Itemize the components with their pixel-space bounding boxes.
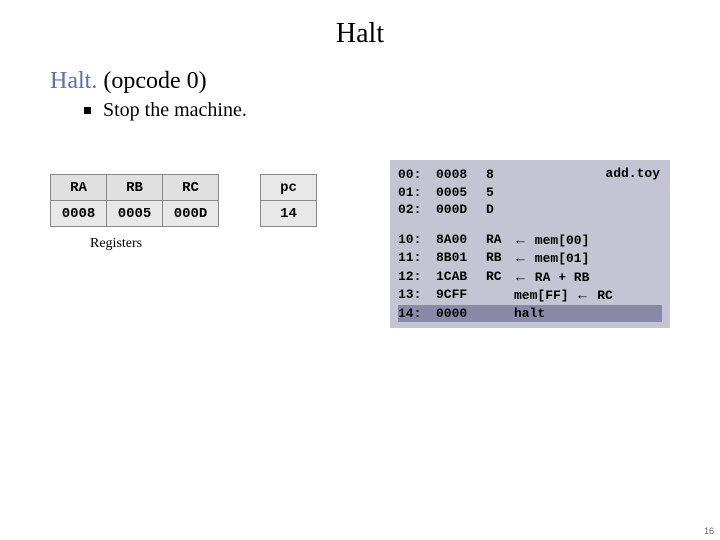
code-line: 10:8A00RA← mem[00] (398, 231, 662, 250)
reg-header-rb: RB (107, 175, 163, 201)
subtitle-highlight: Halt. (50, 68, 97, 94)
left-arrow-icon: ← (513, 268, 527, 286)
reg-value-rb: 0005 (107, 201, 163, 227)
code-line: 02:000DD (398, 201, 662, 219)
reg-value-rc: 000D (163, 201, 219, 227)
code-line: 14:0000halt (398, 305, 662, 323)
code-line: 01:00055 (398, 184, 662, 202)
pc-table: pc 14 (260, 174, 317, 227)
subtitle-rest: (opcode 0) (97, 68, 206, 94)
left-arrow-icon: ← (513, 249, 527, 267)
code-line: 13:9CFFmem[FF] ← RC (398, 286, 662, 305)
registers-table: RA RB RC 0008 0005 000D (50, 174, 219, 227)
code-line: 11:8B01RB← mem[01] (398, 249, 662, 268)
bullet-line: Stop the machine. (0, 95, 720, 122)
subtitle: Halt. (opcode 0) (0, 50, 720, 95)
pc-value: 14 (261, 201, 317, 227)
left-arrow-icon: ← (576, 286, 590, 304)
reg-header-ra: RA (51, 175, 107, 201)
left-arrow-icon: ← (513, 231, 527, 249)
bullet-icon (84, 107, 91, 114)
pc-header: pc (261, 175, 317, 201)
reg-value-ra: 0008 (51, 201, 107, 227)
reg-header-rc: RC (163, 175, 219, 201)
registers-caption: Registers (90, 236, 142, 252)
program-name: add.toy (605, 166, 660, 181)
code-line: 12:1CABRC← RA + RB (398, 268, 662, 287)
bullet-text: Stop the machine. (103, 99, 247, 122)
slide-title: Halt (0, 0, 720, 50)
page-number: 16 (704, 526, 714, 536)
code-box: add.toy 00:0008801:0005502:000DD10:8A00R… (390, 160, 670, 328)
